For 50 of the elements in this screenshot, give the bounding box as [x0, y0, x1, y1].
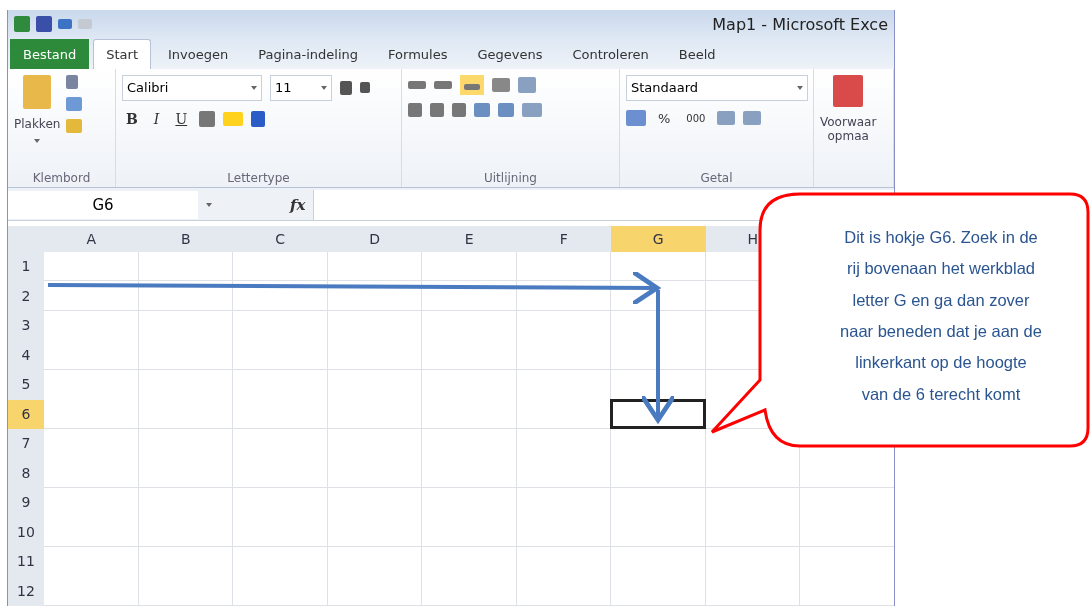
column-header[interactable]: D — [369, 226, 381, 252]
thousands-button[interactable]: 000 — [682, 110, 710, 126]
row-header[interactable]: 6 — [8, 399, 44, 429]
group-label: Klembord — [31, 170, 92, 185]
caret-icon[interactable] — [206, 202, 212, 207]
selected-cell[interactable] — [610, 398, 706, 429]
ribbon-tab[interactable]: Gegevens — [464, 38, 556, 69]
number-format-field[interactable]: Standaard — [626, 74, 808, 101]
file-tab[interactable]: Bestand — [10, 38, 90, 69]
group-label: Uitlijning — [483, 170, 538, 185]
group-label: Getal — [699, 170, 734, 185]
window-title: Map1 - Microsoft Exce — [712, 14, 888, 34]
caret-icon[interactable] — [34, 138, 41, 143]
function-button[interactable]: fx — [290, 195, 306, 214]
row-header[interactable]: 7 — [21, 429, 31, 459]
column-header[interactable]: G — [611, 226, 706, 252]
row-header[interactable]: 12 — [17, 576, 35, 606]
row-header[interactable]: 1 — [21, 252, 31, 282]
column-header[interactable]: E — [464, 226, 474, 252]
column-header[interactable]: H — [747, 226, 758, 252]
percent-button[interactable]: % — [654, 108, 675, 128]
ribbon-tab[interactable]: Formules — [375, 38, 461, 69]
column-header[interactable]: B — [180, 226, 191, 252]
align-bottom-button[interactable] — [460, 74, 484, 95]
column-header[interactable]: C — [275, 226, 286, 252]
ribbon-tab[interactable]: Beeld — [665, 38, 729, 69]
row-header[interactable]: 5 — [21, 370, 31, 400]
ribbon-tab[interactable]: Pagina-indeling — [245, 38, 372, 69]
name-box[interactable]: G6 — [8, 190, 198, 219]
ribbon-tab[interactable]: Invoegen — [155, 38, 242, 69]
conditional-format-button[interactable]: Voorwaar opmaa — [820, 114, 877, 143]
callout-text: Dit is hokje G6. Zoek in de rij bovenaan het werkblad letter G en ga dan zover naar beneden dat je aan de linkerkant op de hoogte van de 6 terecht komt — [840, 226, 1042, 405]
font-field[interactable]: Calibri — [122, 74, 262, 101]
italic-button[interactable]: I — [149, 108, 164, 129]
paste-button[interactable]: Plakken — [14, 116, 61, 131]
font-size-field[interactable]: 11 — [270, 74, 332, 101]
ribbon-tab[interactable]: Controleren — [559, 38, 662, 69]
row-header[interactable]: 3 — [21, 311, 31, 341]
row-header[interactable]: 4 — [21, 340, 31, 370]
bold-button[interactable]: B — [122, 108, 142, 129]
row-header[interactable]: 9 — [21, 488, 31, 518]
underline-button[interactable]: U — [171, 108, 192, 129]
group-label: Lettertype — [226, 170, 291, 185]
column-header[interactable]: A — [86, 226, 97, 252]
row-header[interactable]: 2 — [21, 281, 31, 311]
ribbon-tab[interactable]: Start — [93, 38, 151, 69]
row-header[interactable]: 8 — [21, 458, 31, 488]
column-header[interactable]: F — [559, 226, 568, 252]
row-header[interactable]: 11 — [17, 547, 35, 577]
row-header[interactable]: 10 — [17, 517, 35, 547]
